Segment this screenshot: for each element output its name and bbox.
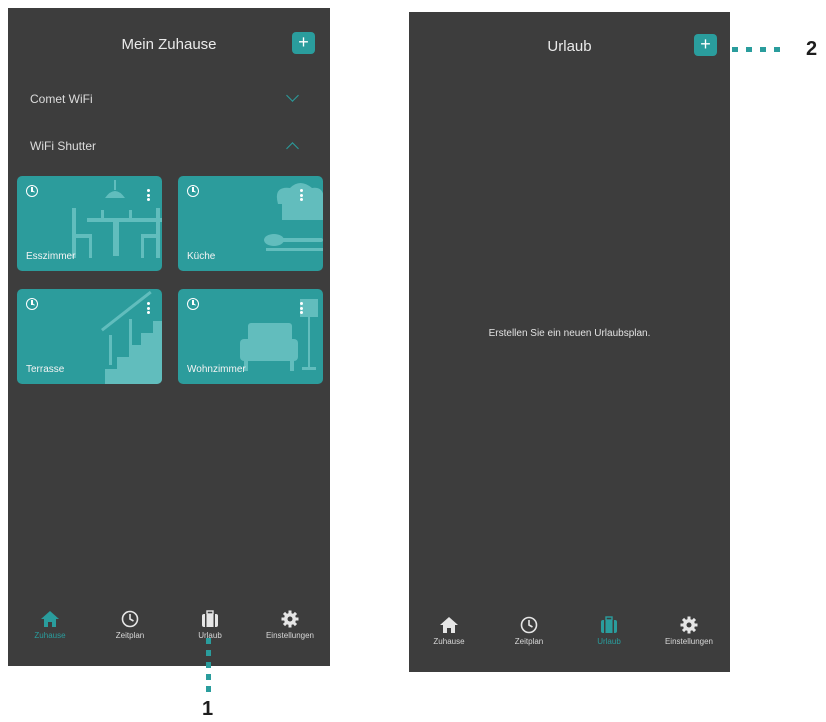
more-options-icon[interactable] [300, 189, 303, 201]
gear-icon [281, 610, 299, 628]
nav-item-urlaub[interactable]: Urlaub [170, 610, 250, 640]
nav-item-zeitplan[interactable]: Zeitplan [489, 616, 569, 646]
room-name: Küche [187, 251, 216, 262]
suitcase-icon [601, 616, 617, 633]
clock-icon [520, 616, 538, 634]
nav-label: Einstellungen [664, 637, 714, 646]
nav-item-zuhause[interactable]: Zuhause [409, 616, 489, 646]
clock-icon [187, 298, 199, 310]
home-screen: Mein Zuhause + Comet WiFi WiFi Shutter E… [8, 8, 330, 666]
more-options-icon[interactable] [147, 302, 150, 314]
home-icon [440, 617, 458, 633]
room-name: Wohnzimmer [187, 364, 246, 375]
nav-item-zeitplan[interactable]: Zeitplan [90, 610, 170, 640]
clock-icon [26, 298, 38, 310]
chevron-up-icon[interactable] [286, 142, 299, 155]
add-button[interactable]: + [292, 32, 315, 54]
empty-state-message: Erstellen Sie ein neuen Urlaubsplan. [488, 328, 651, 339]
clock-icon [121, 610, 139, 628]
suitcase-icon [202, 610, 218, 627]
nav-label: Zeitplan [115, 631, 145, 640]
more-options-icon[interactable] [147, 189, 150, 201]
more-options-icon[interactable] [300, 302, 303, 314]
room-tile-kueche[interactable]: Küche [178, 176, 323, 271]
room-tile-terrasse[interactable]: Terrasse [17, 289, 162, 384]
room-tile-wohnzimmer[interactable]: Wohnzimmer [178, 289, 323, 384]
nav-label: Zeitplan [514, 637, 544, 646]
room-tile-esszimmer[interactable]: Esszimmer [17, 176, 162, 271]
nav-item-urlaub[interactable]: Urlaub [569, 616, 649, 646]
room-name: Esszimmer [26, 251, 76, 262]
gear-icon [680, 616, 698, 634]
nav-label: Zuhause [433, 637, 465, 646]
section-comet-wifi[interactable]: Comet WiFi [30, 92, 93, 106]
page-title: Urlaub [547, 38, 592, 55]
room-name: Terrasse [26, 364, 65, 375]
callout-2: 2 [806, 38, 818, 60]
bottom-nav: Zuhause Zeitplan Urlaub Einstellungen [409, 606, 730, 672]
nav-item-einstellungen[interactable]: Einstellungen [250, 610, 330, 640]
nav-label: Einstellungen [265, 631, 315, 640]
page-title: Mein Zuhause [121, 36, 217, 53]
nav-label: Zuhause [34, 631, 66, 640]
section-wifi-shutter[interactable]: WiFi Shutter [30, 139, 96, 153]
nav-item-einstellungen[interactable]: Einstellungen [649, 616, 729, 646]
clock-icon [26, 185, 38, 197]
clock-icon [187, 185, 199, 197]
nav-item-zuhause[interactable]: Zuhause [10, 610, 90, 640]
home-icon [41, 611, 59, 627]
bottom-nav: Zuhause Zeitplan Urlaub Einstellungen [8, 600, 330, 666]
nav-label: Urlaub [597, 637, 621, 646]
add-button[interactable]: + [694, 34, 717, 56]
callout-1: 1 [202, 698, 214, 720]
vacation-screen: Urlaub + Erstellen Sie ein neuen Urlaubs… [409, 12, 730, 672]
chevron-down-icon[interactable] [286, 89, 299, 102]
